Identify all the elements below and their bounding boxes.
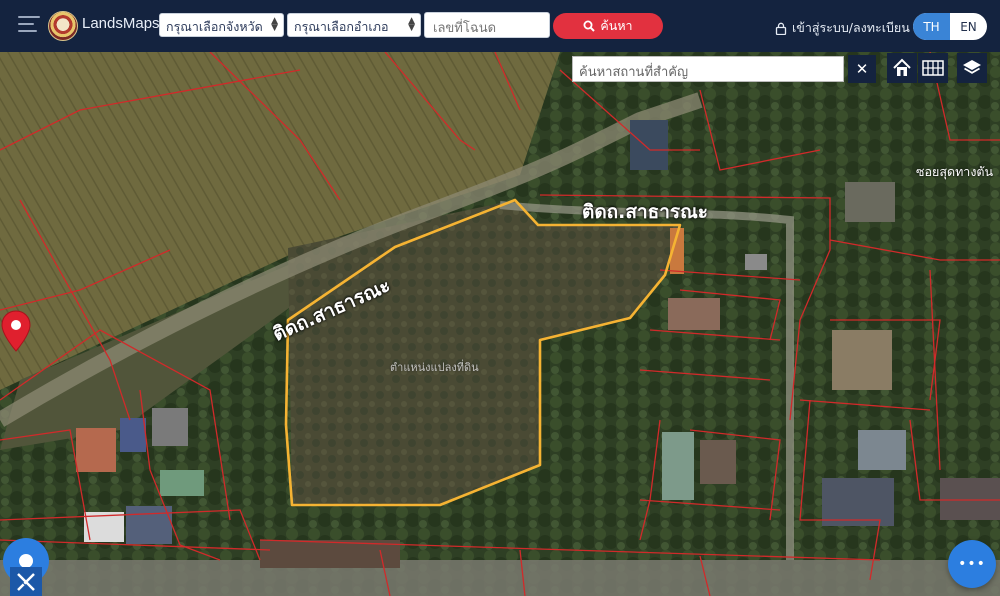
more-icon: ••• <box>958 556 986 572</box>
login-label: เข้าสู่ระบบ/ลงทะเบียน <box>792 20 910 35</box>
grid-icon <box>922 60 944 76</box>
building <box>940 478 1000 520</box>
building <box>662 432 694 500</box>
ruler-icon <box>17 572 35 591</box>
close-search-button[interactable]: ✕ <box>848 55 876 83</box>
chevron-updown-icon: ▲ ▼ <box>271 16 278 33</box>
building <box>126 506 172 544</box>
soi-label: ซอยสุดทางตัน <box>916 164 994 179</box>
grid-button[interactable] <box>918 53 948 83</box>
ruler-tool-button[interactable] <box>10 567 42 596</box>
building <box>160 470 204 496</box>
chevron-updown-icon: ▲ ▼ <box>408 16 415 33</box>
building <box>745 254 767 270</box>
road-bottom <box>0 560 1000 596</box>
building <box>832 330 892 390</box>
menu-icon[interactable] <box>18 16 40 34</box>
province-select[interactable]: กรุณาเลือกจังหวัด ▲ ▼ <box>159 13 284 37</box>
pin-label: ตำแหน่งแปลงที่ดิน <box>390 361 479 374</box>
login-link[interactable]: เข้าสู่ระบบ/ลงทะเบียน <box>775 18 910 38</box>
map-canvas <box>0 52 1000 596</box>
lock-icon <box>775 22 787 35</box>
lang-en-button[interactable]: EN <box>950 13 987 40</box>
building <box>152 408 188 446</box>
top-bar: LandsMaps กรุณาเลือกจังหวัด ▲ ▼ กรุณาเลือ… <box>0 0 1000 52</box>
more-options-button[interactable]: ••• <box>948 540 996 588</box>
building <box>76 428 116 472</box>
province-select-value: กรุณาเลือกจังหวัด <box>166 19 263 34</box>
deed-number-input[interactable]: เลขที่โฉนด <box>424 12 550 38</box>
building <box>858 430 906 470</box>
home-icon <box>893 58 911 76</box>
district-select-value: กรุณาเลือกอำเภอ <box>294 19 389 34</box>
close-icon: ✕ <box>855 60 869 78</box>
search-button[interactable]: ค้นหา <box>553 13 663 39</box>
building <box>120 418 146 452</box>
brand-name: LandsMaps <box>82 15 160 32</box>
building <box>845 182 895 222</box>
place-search-input[interactable]: ค้นหาสถานที่สำคัญ <box>572 56 844 82</box>
building <box>630 120 668 170</box>
home-button[interactable] <box>887 53 917 83</box>
building <box>700 440 736 484</box>
dot-icon <box>19 554 33 568</box>
language-toggle: TH EN <box>913 13 987 40</box>
search-icon <box>583 20 596 32</box>
district-select[interactable]: กรุณาเลือกอำเภอ ▲ ▼ <box>287 13 421 37</box>
search-button-label: ค้นหา <box>600 18 633 33</box>
satellite-map[interactable]: ติดถ.สาธารณะ ติดถ.สาธารณะ ซอยสุดทางตัน ต… <box>0 52 1000 596</box>
road-label-top: ติดถ.สาธารณะ <box>582 201 708 223</box>
location-pin-icon[interactable] <box>0 310 32 352</box>
layers-button[interactable] <box>957 53 987 83</box>
building <box>822 478 894 526</box>
lang-th-button[interactable]: TH <box>913 13 950 40</box>
logo-icon[interactable] <box>48 11 78 41</box>
layers-icon <box>963 60 981 74</box>
building <box>668 298 720 330</box>
